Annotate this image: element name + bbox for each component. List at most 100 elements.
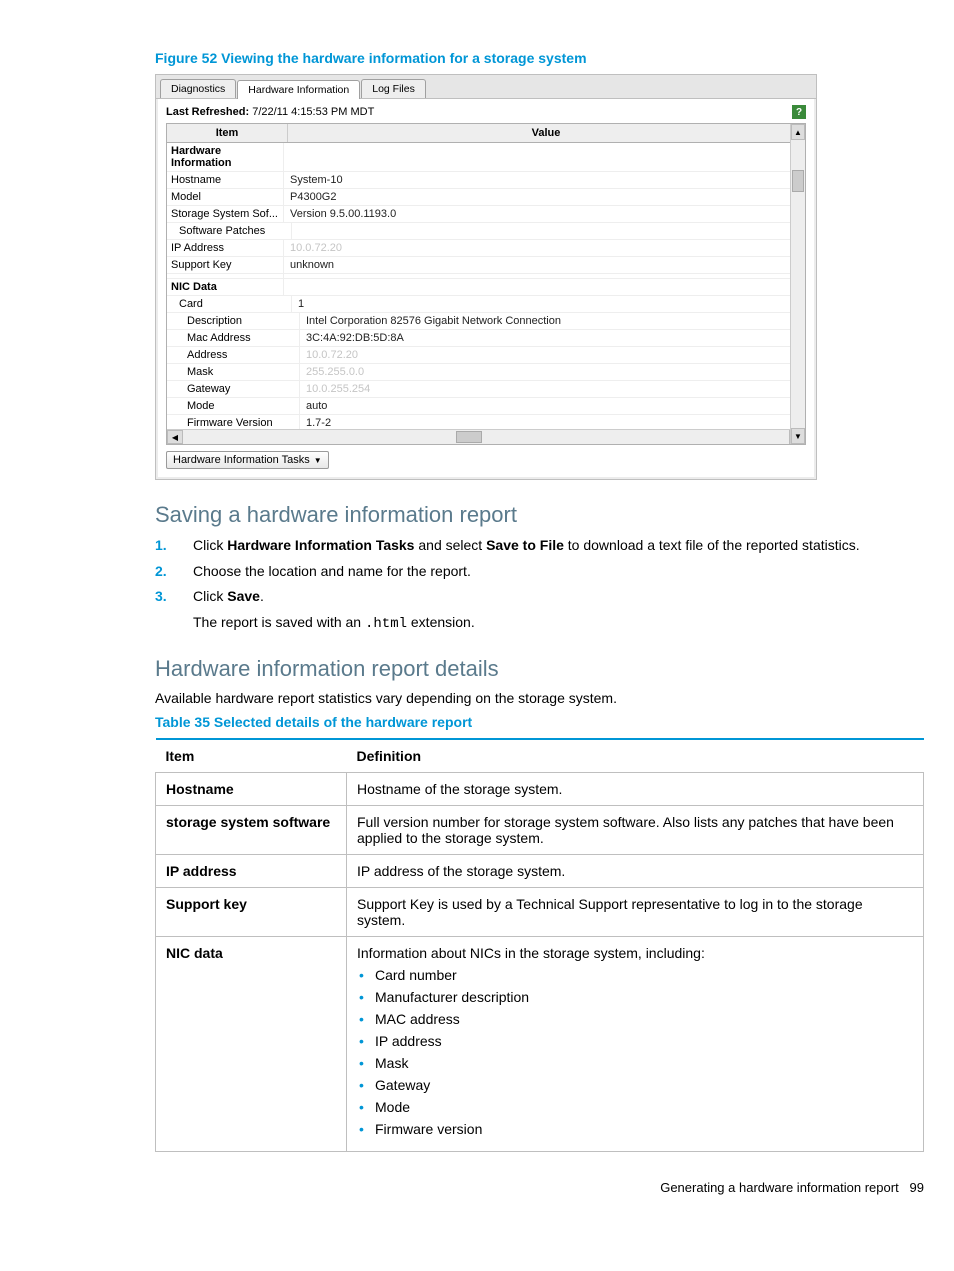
table-row: HostnameHostname of the storage system. [156,773,924,806]
column-header-value[interactable]: Value [288,124,805,142]
table-row[interactable]: IP Address10.0.72.20 [167,240,805,257]
last-refreshed-value: 7/22/11 4:15:53 PM MDT [252,106,374,118]
row-label: Card [167,296,292,312]
th-definition: Definition [347,739,924,773]
table-row: NIC dataInformation about NICs in the st… [156,937,924,1152]
row-value: 3C:4A:92:DB:5D:8A [300,330,805,346]
column-header-item[interactable]: Item [167,124,288,142]
vertical-scrollbar[interactable]: ▲ ▼ [790,124,805,444]
table-row[interactable]: ModelP4300G2 [167,189,805,206]
step-1: 1. Click Hardware Information Tasks and … [155,536,924,556]
table-row[interactable]: Address10.0.72.20 [167,347,805,364]
row-label: Mac Address [167,330,300,346]
table-row[interactable]: Mac Address3C:4A:92:DB:5D:8A [167,330,805,347]
scroll-thumb[interactable] [792,170,804,192]
row-value: 10.0.72.20 [284,240,805,256]
row-label: Support Key [167,257,284,273]
row-label: Mask [167,364,300,380]
scroll-up-icon[interactable]: ▲ [791,124,805,140]
cell-item: Hostname [156,773,347,806]
table-row[interactable]: Modeauto [167,398,805,415]
table-row[interactable]: Support Keyunknown [167,257,805,274]
table-row[interactable]: Gateway10.0.255.254 [167,381,805,398]
row-label: Mode [167,398,300,414]
row-label: NIC Data [167,279,284,295]
hscroll-thumb[interactable] [456,431,482,443]
section-details-intro: Available hardware report statistics var… [155,690,924,706]
row-value: unknown [284,257,805,273]
row-value: 10.0.72.20 [300,347,805,363]
row-value: 1.7-2 [300,415,805,429]
tasks-button-label: Hardware Information Tasks [173,454,310,466]
cell-item: NIC data [156,937,347,1152]
row-label: Description [167,313,300,329]
table-row[interactable]: Hardware Information [167,143,805,172]
row-label [167,274,284,278]
table-title: Table 35 Selected details of the hardwar… [155,714,924,730]
table-row[interactable]: Storage System Sof...Version 9.5.00.1193… [167,206,805,223]
row-value: 10.0.255.254 [300,381,805,397]
step-3-note: The report is saved with an .html extens… [193,613,924,635]
row-value: Version 9.5.00.1193.0 [284,206,805,222]
tab-bar: Diagnostics Hardware Information Log Fil… [156,75,816,99]
row-label: Gateway [167,381,300,397]
th-item: Item [156,739,347,773]
table-row: Support keySupport Key is used by a Tech… [156,888,924,937]
row-value: 1 [292,296,805,312]
list-item: Gateway [357,1077,913,1093]
step-3: 3. Click Save. [155,587,924,607]
row-label: Hardware Information [167,143,284,171]
last-refreshed-row: Last Refreshed: 7/22/11 4:15:53 PM MDT ? [166,105,806,119]
row-label: Firmware Version [167,415,300,429]
row-value [284,143,805,171]
hardware-info-grid: Item Value Hardware InformationHostnameS… [166,123,806,445]
row-value: 255.255.0.0 [300,364,805,380]
row-value [292,223,805,239]
table-row: storage system softwareFull version numb… [156,806,924,855]
page-footer: Generating a hardware information report… [155,1180,924,1195]
row-value: System-10 [284,172,805,188]
list-item: Mask [357,1055,913,1071]
table-row[interactable]: NIC Data [167,279,805,296]
table-row[interactable]: DescriptionIntel Corporation 82576 Gigab… [167,313,805,330]
tab-log-files[interactable]: Log Files [361,79,426,98]
section-saving-heading: Saving a hardware information report [155,502,924,528]
row-label: Model [167,189,284,205]
list-item: MAC address [357,1011,913,1027]
cell-definition: Full version number for storage system s… [347,806,924,855]
table-row[interactable]: Card1 [167,296,805,313]
row-value: auto [300,398,805,414]
table-row[interactable]: Firmware Version1.7-2 [167,415,805,429]
app-window: Diagnostics Hardware Information Log Fil… [155,74,817,480]
section-details-heading: Hardware information report details [155,656,924,682]
cell-item: storage system software [156,806,347,855]
cell-item: IP address [156,855,347,888]
chevron-down-icon: ▼ [314,456,322,465]
scroll-down-icon[interactable]: ▼ [791,428,805,444]
table-row[interactable]: HostnameSystem-10 [167,172,805,189]
help-icon[interactable]: ? [792,105,806,119]
list-item: Firmware version [357,1121,913,1137]
tab-diagnostics[interactable]: Diagnostics [160,79,236,98]
last-refreshed-label: Last Refreshed: [166,106,249,118]
hardware-information-tasks-button[interactable]: Hardware Information Tasks ▼ [166,451,329,469]
cell-definition: Information about NICs in the storage sy… [347,937,924,1152]
row-value [284,274,805,278]
row-value: Intel Corporation 82576 Gigabit Network … [300,313,805,329]
cell-definition: IP address of the storage system. [347,855,924,888]
row-label: Software Patches [167,223,292,239]
table-row[interactable]: Software Patches [167,223,805,240]
row-label: Address [167,347,300,363]
table-row: IP addressIP address of the storage syst… [156,855,924,888]
cell-definition: Hostname of the storage system. [347,773,924,806]
row-value: P4300G2 [284,189,805,205]
row-label: Storage System Sof... [167,206,284,222]
horizontal-scrollbar[interactable]: ◀ ▶ [167,429,805,444]
hardware-report-details-table: Item Definition HostnameHostname of the … [155,738,924,1152]
scroll-left-icon[interactable]: ◀ [167,430,183,444]
list-item: Mode [357,1099,913,1115]
row-value [284,279,805,295]
list-item: Manufacturer description [357,989,913,1005]
table-row[interactable]: Mask255.255.0.0 [167,364,805,381]
tab-hardware-information[interactable]: Hardware Information [237,80,360,99]
